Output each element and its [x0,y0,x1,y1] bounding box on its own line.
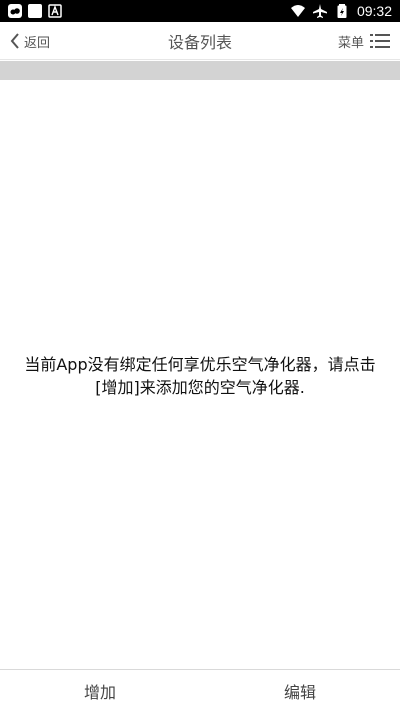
back-button[interactable]: 返回 [10,22,50,60]
square-app-icon [28,4,42,18]
status-time: 09:32 [356,3,392,19]
battery-icon [337,4,347,18]
divider-band [0,61,400,80]
empty-message-line1: 当前App没有绑定任何享优乐空气净化器，请点击 [24,355,376,374]
menu-label: 菜单 [337,35,364,51]
back-label: 返回 [24,35,51,51]
add-button[interactable]: 增加 [0,670,200,711]
chevron-left-icon [10,33,19,49]
header: 返回 设备列表 菜单 [0,22,400,60]
edit-button[interactable]: 编辑 [200,670,400,711]
status-bar-left [8,4,62,18]
wifi-icon [290,5,305,17]
status-bar-right: 09:32 [290,3,392,19]
list-menu-icon [370,34,390,48]
page-title: 设备列表 [167,32,232,52]
status-bar: 09:32 [0,0,400,22]
empty-state-message: 当前App没有绑定任何享优乐空气净化器，请点击 [增加]来添加您的空气净化器. [10,353,390,399]
airplane-icon [312,4,327,18]
screen: 09:32 返回 设备列表 菜单 当前App没有绑定任何享优乐空气净化器，请点击… [0,0,400,711]
empty-message-line2: [增加]来添加您的空气净化器. [95,378,305,397]
menu-button[interactable]: 菜单 [338,22,390,60]
a-app-icon [48,4,62,18]
bottom-toolbar: 增加 编辑 [0,669,400,711]
cloud-app-icon [8,4,22,18]
